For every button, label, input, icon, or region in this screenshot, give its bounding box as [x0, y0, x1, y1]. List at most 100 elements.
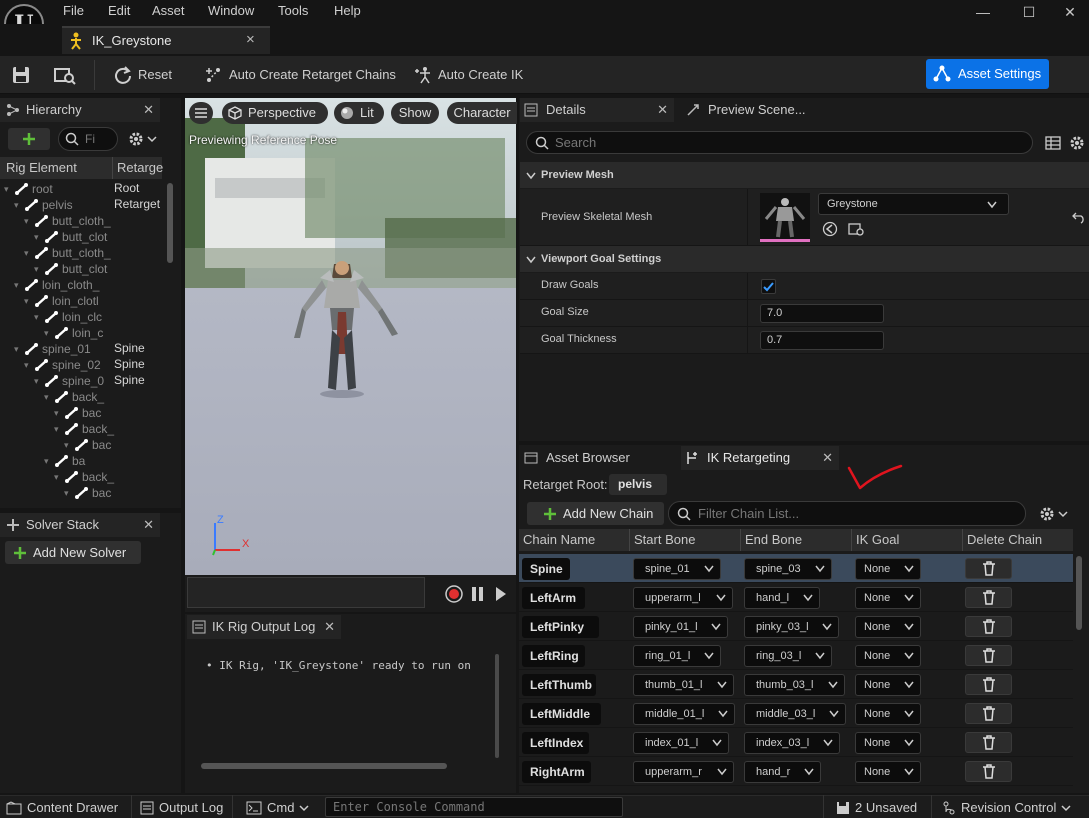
col-end-bone[interactable]: End Bone — [745, 529, 802, 551]
end-bone-dropdown[interactable]: thumb_03_l — [744, 674, 845, 696]
chain-row[interactable]: LeftThumb thumb_01_l thumb_03_l None — [519, 670, 1073, 699]
viewport[interactable] — [185, 98, 516, 575]
play-icon[interactable] — [494, 585, 508, 603]
show-button[interactable]: Show — [391, 102, 439, 124]
menu-window[interactable]: Window — [208, 3, 254, 18]
chain-name-field[interactable]: RightArm — [522, 761, 591, 783]
delete-chain-button[interactable] — [965, 732, 1012, 753]
chain-row[interactable]: Spine spine_01 spine_03 None — [519, 554, 1073, 583]
menu-asset[interactable]: Asset — [152, 3, 185, 18]
start-bone-dropdown[interactable]: upperarm_r — [633, 761, 734, 783]
col-delete-chain[interactable]: Delete Chain — [967, 529, 1042, 551]
tree-row[interactable]: ▾ bac — [64, 485, 111, 501]
tree-row[interactable]: ▾ butt_clot — [34, 261, 107, 277]
chain-name-field[interactable]: LeftMiddle — [522, 703, 601, 725]
tree-expand-icon[interactable]: ▾ — [64, 440, 72, 451]
chain-name-field[interactable]: LeftPinky — [522, 616, 599, 638]
chain-name-field[interactable]: LeftIndex — [522, 732, 589, 754]
end-bone-dropdown[interactable]: hand_r — [744, 761, 821, 783]
tree-expand-icon[interactable]: ▾ — [34, 376, 42, 387]
delete-chain-button[interactable] — [965, 645, 1012, 666]
tree-row[interactable]: ▾ butt_cloth_ — [24, 213, 111, 229]
chain-row[interactable]: RightArm upperarm_r hand_r None — [519, 757, 1073, 786]
tree-row[interactable]: ▾ butt_cloth_ — [24, 245, 111, 261]
tree-expand-icon[interactable]: ▾ — [4, 184, 12, 195]
delete-chain-button[interactable] — [965, 616, 1012, 637]
add-element-button[interactable] — [8, 128, 50, 150]
output-log-close-icon[interactable]: ✕ — [324, 615, 335, 639]
section-viewport-goal-settings[interactable]: Viewport Goal Settings — [520, 246, 1089, 272]
chain-name-field[interactable]: LeftRing — [522, 645, 585, 667]
add-new-solver-button[interactable]: Add New Solver — [5, 541, 141, 564]
use-selected-icon[interactable] — [822, 221, 838, 237]
chain-row[interactable]: LeftMiddle middle_01_l middle_03_l None — [519, 699, 1073, 728]
tree-expand-icon[interactable]: ▾ — [34, 232, 42, 243]
menu-edit[interactable]: Edit — [108, 3, 130, 18]
tree-row[interactable]: ▾ back_ — [54, 469, 114, 485]
output-log-tab[interactable]: IK Rig Output Log ✕ — [187, 615, 341, 639]
reset-to-default-icon[interactable] — [1072, 210, 1086, 224]
chain-settings-button[interactable] — [1039, 505, 1077, 523]
end-bone-dropdown[interactable]: pinky_03_l — [744, 616, 839, 638]
tree-expand-icon[interactable]: ▾ — [24, 296, 32, 307]
chain-row[interactable]: LeftRing ring_01_l ring_03_l None — [519, 641, 1073, 670]
draw-goals-checkbox[interactable] — [761, 279, 776, 294]
tree-expand-icon[interactable]: ▾ — [44, 328, 52, 339]
tree-expand-icon[interactable]: ▾ — [34, 312, 42, 323]
ik-goal-dropdown[interactable]: None — [855, 616, 921, 638]
unsaved-button[interactable]: 2 Unsaved — [836, 800, 917, 815]
hierarchy-scrollbar[interactable] — [167, 183, 173, 263]
browse-icon[interactable] — [848, 221, 866, 237]
tree-expand-icon[interactable]: ▾ — [14, 280, 22, 291]
end-bone-dropdown[interactable]: index_03_l — [744, 732, 840, 754]
browse-asset-icon[interactable] — [53, 65, 77, 85]
start-bone-dropdown[interactable]: thumb_01_l — [633, 674, 734, 696]
tree-row[interactable]: ▾ root — [4, 181, 53, 197]
tree-row[interactable]: ▾ loin_clc — [34, 309, 102, 325]
ik-retargeting-close-icon[interactable]: ✕ — [822, 446, 833, 470]
solver-stack-close-icon[interactable]: ✕ — [143, 513, 154, 537]
start-bone-dropdown[interactable]: pinky_01_l — [633, 616, 728, 638]
tree-row[interactable]: ▾ loin_clotl — [24, 293, 99, 309]
ik-goal-dropdown[interactable]: None — [855, 674, 921, 696]
output-log-status-button[interactable]: Output Log — [140, 800, 223, 815]
tree-expand-icon[interactable]: ▾ — [34, 264, 42, 275]
reset-button[interactable]: Reset — [113, 64, 172, 86]
perspective-button[interactable]: Perspective — [222, 102, 328, 124]
hierarchy-settings-button[interactable] — [128, 129, 166, 149]
chain-row[interactable]: LeftIndex index_01_l index_03_l None — [519, 728, 1073, 757]
start-bone-dropdown[interactable]: ring_01_l — [633, 645, 721, 667]
revision-control-button[interactable]: Revision Control — [942, 800, 1071, 815]
menu-help[interactable]: Help — [334, 3, 361, 18]
chain-row[interactable]: LeftPinky pinky_01_l pinky_03_l None — [519, 612, 1073, 641]
delete-chain-button[interactable] — [965, 587, 1012, 608]
chain-name-field[interactable]: LeftThumb — [522, 674, 596, 696]
tree-row[interactable]: ▾ bac — [54, 405, 101, 421]
content-drawer-button[interactable]: Content Drawer — [6, 800, 118, 815]
tree-expand-icon[interactable]: ▾ — [54, 424, 62, 435]
ik-retargeting-tab[interactable]: IK Retargeting ✕ — [681, 446, 839, 470]
menu-file[interactable]: File — [63, 3, 84, 18]
tree-row[interactable]: ▾ loin_c — [44, 325, 103, 341]
start-bone-dropdown[interactable]: upperarm_l — [633, 587, 733, 609]
solver-stack-tab[interactable]: Solver Stack ✕ — [0, 513, 160, 537]
start-bone-dropdown[interactable]: index_01_l — [633, 732, 729, 754]
delete-chain-button[interactable] — [965, 761, 1012, 782]
tree-expand-icon[interactable]: ▾ — [14, 344, 22, 355]
retarget-root-value[interactable]: pelvis — [609, 474, 667, 495]
col-retarget[interactable]: Retarge — [117, 157, 163, 179]
tree-row[interactable]: ▾ spine_0 — [34, 373, 104, 389]
tree-row[interactable]: ▾ spine_02 — [24, 357, 101, 373]
chain-filter-input[interactable]: Filter Chain List... — [668, 501, 1026, 526]
chain-table-scrollbar[interactable] — [1076, 556, 1082, 630]
tree-expand-icon[interactable]: ▾ — [64, 488, 72, 499]
pause-icon[interactable] — [471, 585, 485, 603]
auto-create-ik-button[interactable]: Auto Create IK — [413, 64, 523, 86]
tree-row[interactable]: ▾ loin_cloth_ — [14, 277, 99, 293]
console-command-input[interactable]: Enter Console Command — [325, 797, 623, 817]
preview-scene-tab[interactable]: Preview Scene... — [682, 98, 842, 122]
hierarchy-close-icon[interactable]: ✕ — [143, 98, 154, 122]
output-log-hscroll[interactable] — [201, 763, 447, 769]
details-tab[interactable]: Details ✕ — [520, 98, 674, 122]
tree-row[interactable]: ▾ back_ — [44, 389, 104, 405]
